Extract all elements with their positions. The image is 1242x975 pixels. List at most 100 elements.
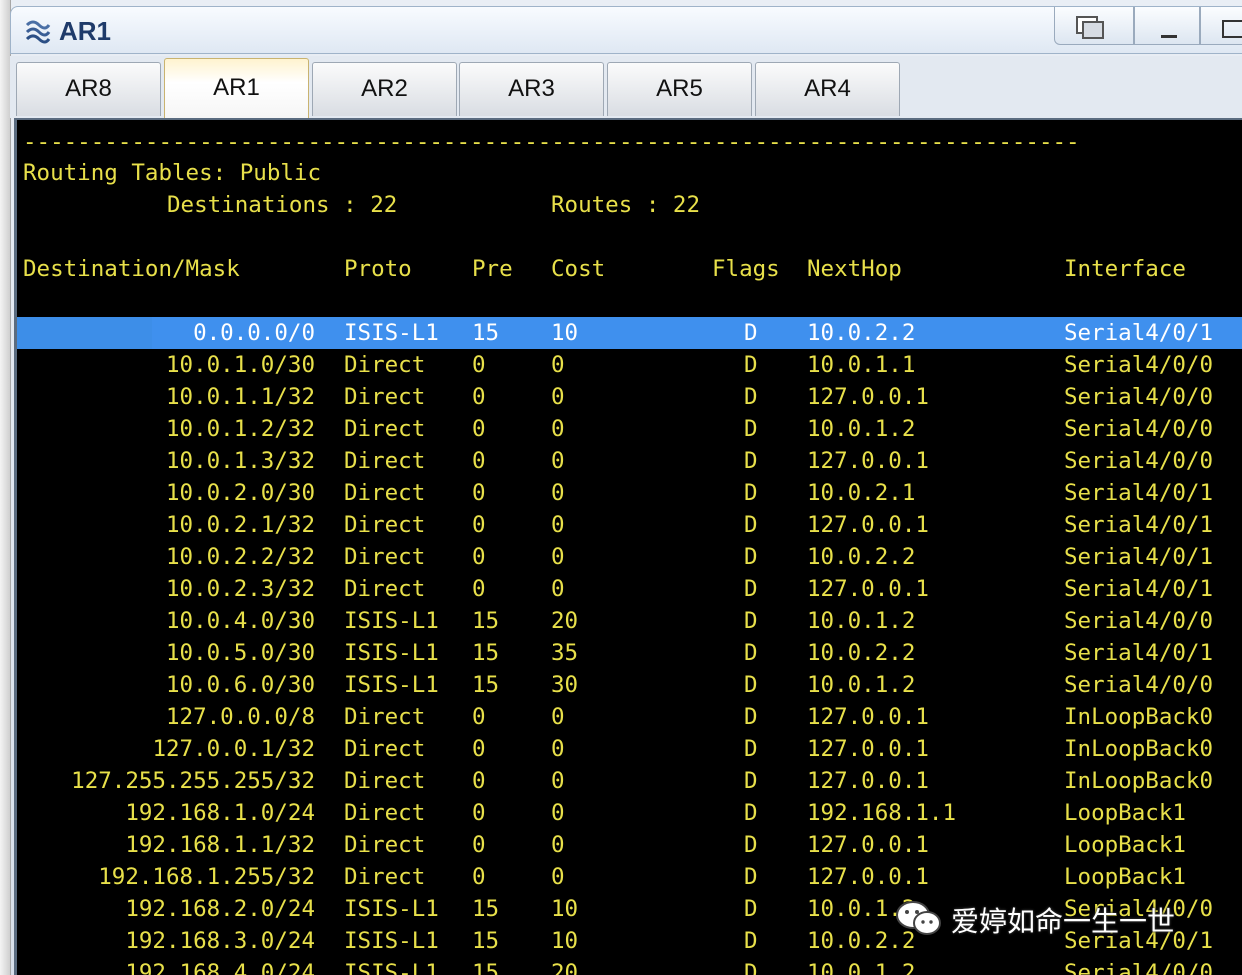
route-flags: D <box>744 416 758 442</box>
route-destination: 10.0.1.2/32 <box>165 416 315 442</box>
route-flags: D <box>744 448 758 474</box>
route-row[interactable]: 10.0.4.0/30 ISIS-L1 15 20 D 10.0.1.2 Serial4/0… <box>17 605 1242 637</box>
route-interface: LoopBack1 <box>1064 864 1186 890</box>
route-interface: Serial4/0/1 <box>1064 640 1214 666</box>
route-proto: Direct <box>344 800 426 826</box>
route-pre: 0 <box>472 480 486 506</box>
route-pre: 0 <box>472 576 486 602</box>
route-cost: 0 <box>551 800 565 826</box>
route-interface: Serial4/0/1 <box>1064 512 1214 538</box>
route-row[interactable]: 10.0.1.1/32 Direct 0 0 D 127.0.0.1 Serial4/0/0 <box>17 381 1242 413</box>
route-pre: 0 <box>472 736 486 762</box>
route-flags: D <box>744 384 758 410</box>
route-row[interactable]: 10.0.2.2/32 Direct 0 0 D 10.0.2.2 Serial4/0/1 <box>17 541 1242 573</box>
route-pre: 0 <box>472 832 486 858</box>
route-flags: D <box>744 896 758 922</box>
route-row[interactable]: 127.0.0.1/32 Direct 0 0 D 127.0.0.1 InLoopBack… <box>17 733 1242 765</box>
route-pre: 0 <box>472 864 486 890</box>
route-row[interactable]: 192.168.1.255/32 Direct 0 0 D 127.0.0.1 LoopBa… <box>17 861 1242 893</box>
route-destination: 10.0.2.2/32 <box>165 544 315 570</box>
route-destination: 10.0.2.0/30 <box>165 480 315 506</box>
route-nexthop: 10.0.2.2 <box>807 640 916 666</box>
route-flags: D <box>744 736 758 762</box>
route-cost: 10 <box>551 896 579 922</box>
tab-ar3[interactable]: AR3 <box>459 62 604 116</box>
route-destination: 10.0.6.0/30 <box>165 672 315 698</box>
route-cost: 0 <box>551 864 565 890</box>
route-row[interactable]: 10.0.1.0/30 Direct 0 0 D 10.0.1.1 Serial4/0/0 <box>17 349 1242 381</box>
route-interface: Serial4/0/0 <box>1064 960 1214 975</box>
route-proto: ISIS-L1 <box>344 608 439 634</box>
watermark: 爱婷如命一生一世 <box>895 896 1225 942</box>
minimize-button[interactable] <box>1134 7 1200 45</box>
route-destination: 127.255.255.255/32 <box>71 768 315 794</box>
route-cost: 10 <box>551 928 579 954</box>
route-destination: 10.0.5.0/30 <box>165 640 315 666</box>
tab-ar1[interactable]: AR1 <box>164 58 309 118</box>
route-cost: 0 <box>551 384 565 410</box>
route-cost: 0 <box>551 736 565 762</box>
maximize-button[interactable] <box>1200 7 1242 45</box>
route-row[interactable]: 10.0.1.2/32 Direct 0 0 D 10.0.1.2 Serial4/0/0 <box>17 413 1242 445</box>
route-nexthop: 127.0.0.1 <box>807 768 929 794</box>
route-nexthop: 10.0.1.2 <box>807 416 916 442</box>
route-row[interactable]: 0.0.0.0/0 ISIS-L1 15 10 D 10.0.2.2 Serial4/0/1 <box>17 317 1242 349</box>
route-row[interactable]: 10.0.2.0/30 Direct 0 0 D 10.0.2.1 Serial4/0/1 <box>17 477 1242 509</box>
route-cost: 20 <box>551 608 579 634</box>
route-proto: Direct <box>344 352 426 378</box>
route-proto: Direct <box>344 384 426 410</box>
route-nexthop: 192.168.1.1 <box>807 800 957 826</box>
route-interface: LoopBack1 <box>1064 832 1186 858</box>
tab-ar5[interactable]: AR5 <box>607 62 752 116</box>
route-row[interactable]: 10.0.1.3/32 Direct 0 0 D 127.0.0.1 Serial4/0/0 <box>17 445 1242 477</box>
route-proto: ISIS-L1 <box>344 896 439 922</box>
route-row[interactable]: 10.0.6.0/30 ISIS-L1 15 30 D 10.0.1.2 Serial4/0… <box>17 669 1242 701</box>
terminal-console[interactable]: ----------------------------------------… <box>14 118 1242 975</box>
route-nexthop: 127.0.0.1 <box>807 864 929 890</box>
route-pre: 15 <box>472 960 500 975</box>
route-proto: ISIS-L1 <box>344 960 439 975</box>
route-row[interactable]: 10.0.2.1/32 Direct 0 0 D 127.0.0.1 Serial4/0/1 <box>17 509 1242 541</box>
header-destination: Destination/Mask <box>23 256 240 282</box>
route-pre: 15 <box>472 320 500 346</box>
route-row[interactable]: 192.168.4.0/24 ISIS-L1 15 20 D 10.0.1.2 Serial… <box>17 957 1242 975</box>
route-proto: Direct <box>344 768 426 794</box>
route-nexthop: 127.0.0.1 <box>807 832 929 858</box>
route-flags: D <box>744 800 758 826</box>
route-flags: D <box>744 640 758 666</box>
route-proto: Direct <box>344 736 426 762</box>
route-interface: Serial4/0/0 <box>1064 608 1214 634</box>
route-row[interactable]: 10.0.2.3/32 Direct 0 0 D 127.0.0.1 Serial4/0/1 <box>17 573 1242 605</box>
route-destination: 127.0.0.1/32 <box>152 736 315 762</box>
route-proto: Direct <box>344 704 426 730</box>
route-interface: Serial4/0/1 <box>1064 320 1214 346</box>
route-row[interactable]: 10.0.5.0/30 ISIS-L1 15 35 D 10.0.2.2 Serial4/0… <box>17 637 1242 669</box>
route-row[interactable]: 127.255.255.255/32 Direct 0 0 D 127.0.0.1 InLo… <box>17 765 1242 797</box>
route-cost: 0 <box>551 448 565 474</box>
route-pre: 0 <box>472 768 486 794</box>
route-flags: D <box>744 672 758 698</box>
route-row[interactable]: 192.168.1.1/32 Direct 0 0 D 127.0.0.1 LoopBack… <box>17 829 1242 861</box>
route-interface: Serial4/0/1 <box>1064 480 1214 506</box>
route-flags: D <box>744 608 758 634</box>
route-proto: ISIS-L1 <box>344 640 439 666</box>
route-cost: 35 <box>551 640 579 666</box>
tab-ar8[interactable]: AR8 <box>16 62 161 116</box>
route-destination: 192.168.1.255/32 <box>98 864 315 890</box>
route-destination: 192.168.2.0/24 <box>125 896 315 922</box>
restore-button[interactable] <box>1054 7 1134 45</box>
destinations-count: Destinations : 22 <box>167 192 398 218</box>
route-interface: Serial4/0/0 <box>1064 352 1214 378</box>
route-nexthop: 127.0.0.1 <box>807 448 929 474</box>
route-row[interactable]: 127.0.0.0/8 Direct 0 0 D 127.0.0.1 InLoopBack0 <box>17 701 1242 733</box>
route-destination: 192.168.4.0/24 <box>125 960 315 975</box>
route-row[interactable]: 192.168.1.0/24 Direct 0 0 D 192.168.1.1 LoopBa… <box>17 797 1242 829</box>
application-window: AR1 AR8 AR1 AR2 AR3 AR5 AR4 ------------… <box>0 0 1242 975</box>
title-bar[interactable]: AR1 <box>10 6 1242 54</box>
route-proto: ISIS-L1 <box>344 672 439 698</box>
tab-ar2[interactable]: AR2 <box>312 62 457 116</box>
route-cost: 0 <box>551 352 565 378</box>
route-pre: 15 <box>472 928 500 954</box>
tab-ar4[interactable]: AR4 <box>755 62 900 116</box>
route-flags: D <box>744 960 758 975</box>
